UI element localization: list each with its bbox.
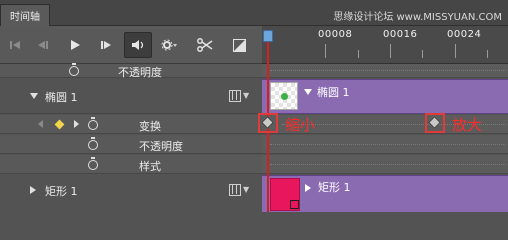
watermark: 思缘设计论坛 www.MISSYUAN.COM bbox=[333, 12, 502, 23]
previous-frame-icon bbox=[38, 41, 48, 49]
track-row-style bbox=[262, 155, 508, 174]
skip-to-start-icon bbox=[10, 41, 20, 49]
transition-icon bbox=[232, 38, 246, 52]
audio-button[interactable] bbox=[124, 32, 152, 58]
stopwatch-icon[interactable] bbox=[69, 63, 79, 76]
collapse-triangle-icon[interactable] bbox=[304, 89, 312, 95]
ruler-tick bbox=[390, 44, 391, 58]
layer-thumbnail bbox=[270, 178, 300, 211]
clip-name: 矩形 1 bbox=[318, 181, 351, 194]
play-button[interactable] bbox=[64, 34, 86, 56]
track-dotted-line bbox=[270, 144, 506, 145]
property-label: 变换 bbox=[139, 120, 161, 133]
tick-label: 00024 bbox=[447, 29, 482, 40]
track-row-opacity-top bbox=[262, 64, 508, 78]
annotation-enlarge: 放大 bbox=[452, 116, 483, 134]
settings-button[interactable] bbox=[158, 34, 180, 56]
layer-name: 椭圆 1 bbox=[45, 91, 78, 104]
track-dotted-line bbox=[270, 164, 506, 165]
film-icon[interactable] bbox=[229, 90, 241, 102]
property-row-opacity-top[interactable]: 不透明度 bbox=[0, 63, 262, 79]
property-label: 样式 bbox=[139, 160, 161, 173]
previous-frame-button[interactable] bbox=[32, 34, 54, 56]
shape-icon bbox=[290, 200, 299, 209]
property-row-style[interactable]: 样式 bbox=[0, 155, 262, 174]
tab-timeline[interactable]: 时间轴 bbox=[0, 4, 50, 26]
ruler-tick bbox=[422, 50, 423, 58]
ruler-tick bbox=[325, 44, 326, 58]
stopwatch-icon[interactable] bbox=[88, 157, 98, 170]
audio-icon bbox=[132, 40, 144, 50]
property-label: 不透明度 bbox=[139, 140, 183, 153]
next-keyframe-icon[interactable] bbox=[74, 120, 79, 128]
annotation-shrink: 缩小 bbox=[285, 116, 316, 134]
play-icon bbox=[71, 40, 80, 50]
track-clip-ellipse[interactable]: 椭圆 1 bbox=[262, 79, 508, 114]
property-row-opacity[interactable]: 不透明度 bbox=[0, 135, 262, 154]
ruler-tick bbox=[455, 44, 456, 58]
ruler-tick bbox=[487, 50, 488, 58]
next-frame-button[interactable] bbox=[95, 34, 117, 56]
tick-label: 00016 bbox=[383, 29, 418, 40]
ellipse-dot-icon bbox=[281, 93, 288, 100]
ruler-tick bbox=[358, 50, 359, 58]
tick-label: 00008 bbox=[318, 29, 353, 40]
settings-icon bbox=[161, 39, 177, 51]
property-label: 不透明度 bbox=[118, 66, 162, 79]
track-dotted-line bbox=[270, 70, 506, 71]
expand-triangle-icon[interactable] bbox=[30, 186, 36, 194]
stopwatch-icon[interactable] bbox=[88, 117, 98, 130]
split-button[interactable] bbox=[194, 34, 216, 56]
clip-name: 椭圆 1 bbox=[317, 86, 350, 99]
layer-name: 矩形 1 bbox=[45, 185, 78, 198]
keyframe-diamond-icon[interactable] bbox=[54, 119, 65, 130]
next-frame-icon bbox=[101, 41, 111, 49]
stopwatch-icon[interactable] bbox=[88, 137, 98, 150]
transition-button[interactable] bbox=[228, 34, 250, 56]
playhead-handle[interactable] bbox=[263, 30, 273, 42]
collapse-triangle-icon[interactable] bbox=[30, 93, 38, 99]
split-icon bbox=[197, 38, 213, 52]
chevron-down-icon[interactable]: ▼ bbox=[243, 91, 249, 100]
track-row-opacity bbox=[262, 135, 508, 154]
layer-row-ellipse[interactable]: 椭圆 1 ▼ bbox=[0, 79, 262, 114]
expand-triangle-icon[interactable] bbox=[305, 184, 311, 192]
layer-row-rectangle[interactable]: 矩形 1 ▼ bbox=[0, 175, 262, 212]
previous-keyframe-icon[interactable] bbox=[38, 120, 43, 128]
film-icon[interactable] bbox=[229, 184, 241, 196]
track-clip-rectangle[interactable]: 矩形 1 bbox=[262, 175, 508, 212]
property-row-transform[interactable]: 变换 bbox=[0, 115, 262, 134]
playback-toolbar bbox=[0, 26, 262, 64]
chevron-down-icon[interactable]: ▼ bbox=[243, 185, 249, 194]
skip-to-start-button[interactable] bbox=[4, 34, 26, 56]
layer-thumbnail bbox=[270, 82, 298, 110]
